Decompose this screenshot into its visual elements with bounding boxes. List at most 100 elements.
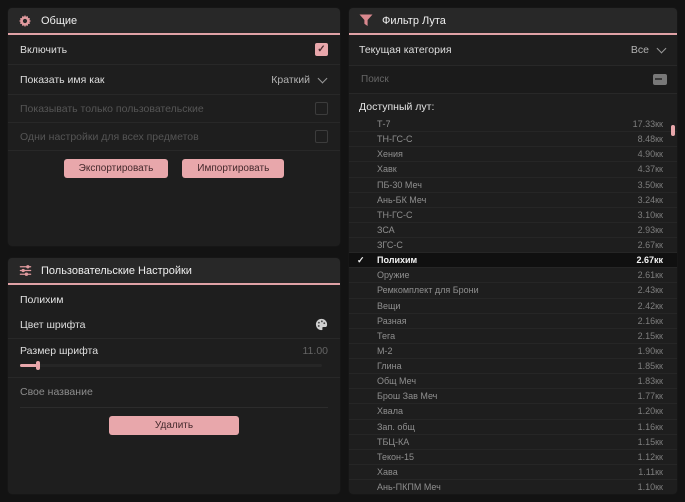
item-name: Оружие — [377, 270, 410, 281]
show-name-value: Краткий — [271, 73, 310, 86]
delete-button[interactable]: Удалить — [108, 416, 240, 435]
sliders-icon — [18, 264, 32, 278]
font-color-label: Цвет шрифта — [20, 318, 86, 331]
item-value: 2.16кк — [637, 315, 663, 326]
export-import-row: Экспортировать Импортировать — [8, 151, 340, 184]
show-name-select[interactable]: Краткий — [271, 73, 328, 86]
item-value: 1.10кк — [637, 482, 663, 493]
list-item[interactable]: М-2 1.90кк — [349, 344, 677, 359]
only-custom-row: Показывать только пользовательские — [8, 95, 340, 123]
list-item[interactable]: Брош Зав Меч 1.77кк — [349, 389, 677, 405]
custom-settings-header: Пользовательские Настройки — [8, 258, 340, 285]
custom-settings-title: Пользовательские Настройки — [41, 264, 192, 277]
category-label: Текущая категория — [359, 44, 452, 56]
enable-checkbox[interactable]: ✓ — [315, 43, 328, 56]
item-name: Ань-БК Меч — [377, 194, 427, 205]
right-column: Фильтр Лута Текущая категория Все Доступ… — [349, 8, 677, 494]
funnel-icon — [359, 14, 373, 28]
gear-icon — [18, 14, 32, 28]
list-item[interactable]: Ань-ПКПМ Меч 1.10кк — [349, 480, 677, 494]
check-icon: ✓ — [357, 254, 365, 265]
font-size-block: Размер шрифта 11.00 — [8, 339, 340, 378]
item-value: 17.33кк — [632, 119, 663, 130]
custom-settings-panel: Пользовательские Настройки Полихим Цвет … — [8, 258, 340, 494]
item-value: 3.10кк — [637, 209, 663, 220]
list-item[interactable]: Ремкомплект для Брони 2.43кк — [349, 283, 677, 299]
list-item[interactable]: ТН-ГС-С 3.10кк — [349, 208, 677, 223]
slider-track — [20, 364, 322, 367]
list-item[interactable]: Зап. общ 1.16кк — [349, 420, 677, 435]
keyboard-icon[interactable] — [653, 74, 667, 85]
export-button[interactable]: Экспортировать — [63, 159, 169, 178]
item-value: 1.15кк — [637, 436, 663, 447]
list-item[interactable]: Хения 4.90кк — [349, 147, 677, 163]
scrollbar-thumb[interactable] — [671, 125, 675, 136]
list-item[interactable]: ЗСА 2.93кк — [349, 223, 677, 238]
search-row — [349, 66, 677, 94]
delete-row: Удалить — [8, 408, 340, 441]
item-name: Текон-15 — [377, 451, 415, 462]
selected-item-name: Полихим — [20, 294, 64, 306]
list-item[interactable]: Разная 2.16кк — [349, 314, 677, 329]
list-item[interactable]: ЗГС-С 2.67кк — [349, 238, 677, 254]
list-item[interactable]: Глина 1.85кк — [349, 359, 677, 375]
item-name: ТБЦ-КА — [377, 436, 410, 447]
loot-list-wrap: Т-7 17.33кк ТН-ГС-С 8.48кк Хения 4.90кк Хавк 4.… — [349, 117, 677, 494]
only-custom-label: Показывать только пользовательские — [20, 102, 204, 115]
item-name: М-2 — [377, 345, 393, 356]
same-settings-label: Одни настройки для всех предметов — [20, 130, 199, 143]
loot-filter-panel: Фильтр Лута Текущая категория Все Доступ… — [349, 8, 677, 494]
item-name: Хавк — [377, 164, 397, 175]
list-item[interactable]: Т-7 17.33кк — [349, 117, 677, 133]
item-name: Полихим — [377, 255, 418, 266]
item-name: Брош Зав Меч — [377, 391, 438, 402]
list-item[interactable]: Оружие 2.61кк — [349, 268, 677, 284]
list-item[interactable]: Ань-БК Меч 3.24кк — [349, 193, 677, 208]
item-name: ПБ-30 Меч — [377, 179, 422, 190]
chevron-down-icon — [317, 73, 328, 83]
font-size-value: 11.00 — [302, 345, 329, 357]
list-item[interactable]: Текон-15 1.12кк — [349, 450, 677, 465]
left-column: Общие Включить ✓ Показать имя как Кратки… — [8, 8, 340, 494]
item-value: 1.12кк — [637, 451, 663, 462]
loot-list: Т-7 17.33кк ТН-ГС-С 8.48кк Хения 4.90кк Хавк 4.… — [349, 117, 677, 494]
item-name: Хения — [377, 149, 403, 160]
item-value: 4.90кк — [637, 149, 663, 160]
search-input[interactable] — [359, 73, 653, 86]
loot-filter-title: Фильтр Лута — [382, 14, 446, 27]
import-button[interactable]: Импортировать — [182, 159, 285, 178]
font-size-label: Размер шрифта — [20, 345, 99, 357]
available-loot-label: Доступный лут: — [359, 101, 435, 113]
list-item[interactable]: ТН-ГС-С 8.48кк — [349, 132, 677, 148]
item-name: Ань-ПКПМ Меч — [377, 482, 441, 493]
item-name: ТН-ГС-С — [377, 209, 413, 220]
item-name: Глина — [377, 361, 402, 372]
list-item[interactable]: Хавк 4.37кк — [349, 162, 677, 178]
list-item[interactable]: ПБ-30 Меч 3.50кк — [349, 178, 677, 193]
item-value: 2.61кк — [637, 270, 663, 281]
item-value: 2.67кк — [637, 240, 663, 251]
list-item[interactable]: ✓ Полихим 2.67кк — [349, 253, 677, 269]
item-value: 1.90кк — [637, 345, 663, 356]
list-item[interactable]: Хвала 1.20кк — [349, 404, 677, 420]
palette-icon[interactable] — [315, 318, 328, 331]
chevron-down-icon — [656, 43, 667, 54]
list-item[interactable]: Хава 1.11кк — [349, 465, 677, 480]
list-item[interactable]: ТБЦ-КА 1.15кк — [349, 435, 677, 450]
category-select[interactable]: Все — [631, 43, 667, 56]
item-name: Хава — [377, 466, 398, 477]
font-size-slider[interactable] — [20, 361, 328, 370]
list-item[interactable]: Вещи 2.42кк — [349, 299, 677, 314]
item-name: ТН-ГС-С — [377, 134, 413, 145]
custom-name-input[interactable] — [20, 378, 328, 408]
slider-knob[interactable] — [36, 361, 40, 370]
item-value: 1.20кк — [637, 406, 663, 417]
same-settings-row: Одни настройки для всех предметов — [8, 123, 340, 151]
show-name-row: Показать имя как Краткий — [8, 65, 340, 95]
item-name: Хвала — [377, 406, 403, 417]
list-item[interactable]: Тега 2.15кк — [349, 329, 677, 344]
item-name: Ремкомплект для Брони — [377, 285, 479, 296]
list-item[interactable]: Общ Меч 1.83кк — [349, 374, 677, 390]
item-name: Общ Меч — [377, 376, 417, 387]
item-value: 3.50кк — [637, 179, 663, 190]
